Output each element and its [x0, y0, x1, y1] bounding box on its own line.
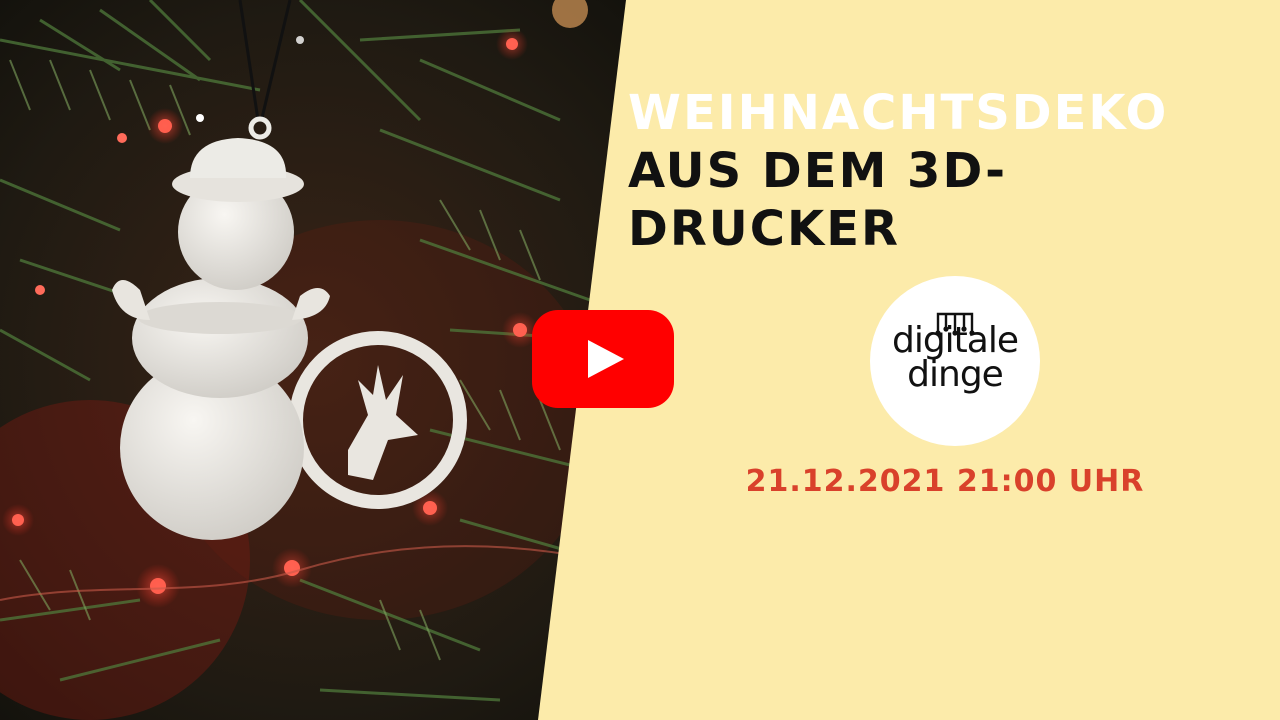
title-line-2: AUS DEM 3D-DRUCKER — [628, 143, 1008, 257]
logo-word-2: dinge — [907, 354, 1004, 395]
digitale-dinge-logo: digitale dinge — [870, 276, 1040, 446]
page-title: WEIHNACHTSDEKO AUS DEM 3D-DRUCKER — [628, 84, 1258, 258]
logo-word-1: digitale — [891, 320, 1019, 361]
youtube-play-button[interactable] — [532, 310, 674, 408]
youtube-play-icon — [532, 310, 674, 408]
event-date-time: 21.12.2021 21:00 UHR — [745, 464, 1145, 499]
title-line-1: WEIHNACHTSDEKO — [628, 85, 1169, 141]
